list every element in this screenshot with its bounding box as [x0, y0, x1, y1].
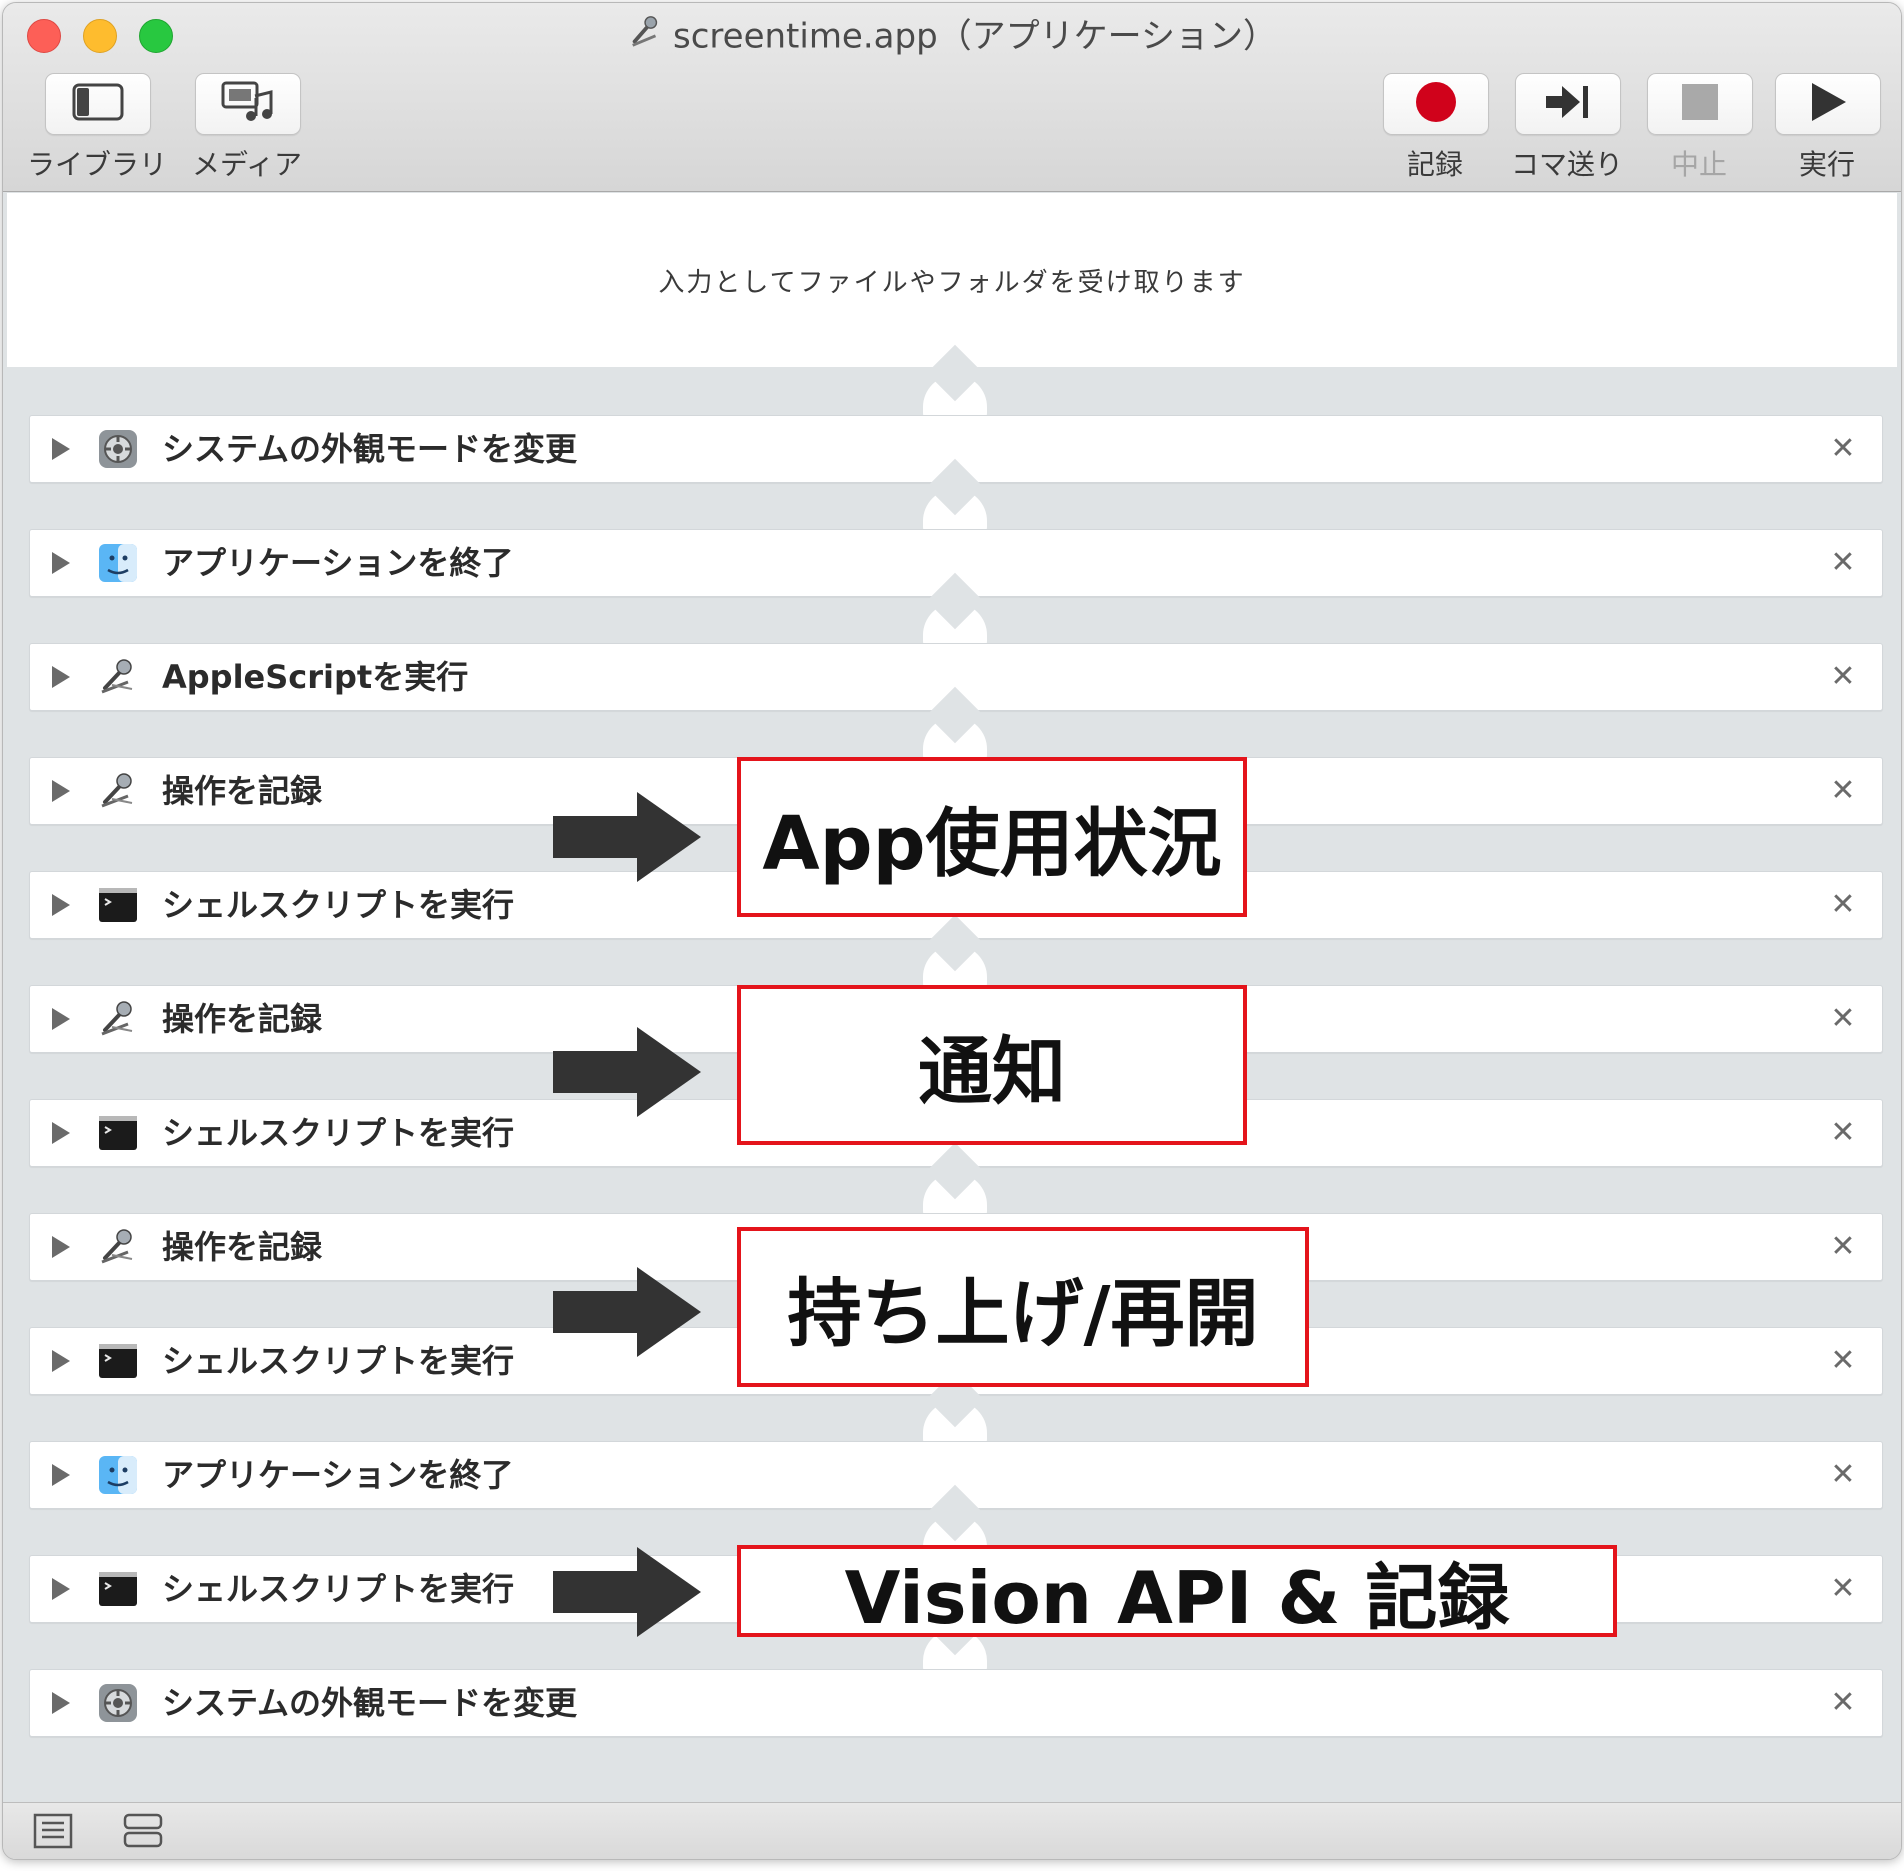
remove-action-icon[interactable]: ✕	[1826, 1230, 1860, 1264]
stop-icon	[1680, 82, 1720, 126]
disclosure-triangle-icon[interactable]	[52, 1236, 70, 1258]
disclosure-triangle-icon[interactable]	[52, 1350, 70, 1372]
disclosure-triangle-icon[interactable]	[52, 1122, 70, 1144]
stop-label: 中止	[1670, 148, 1727, 181]
action-title: システムの外観モードを変更	[162, 430, 578, 468]
system-preferences-icon	[98, 429, 138, 469]
automator-robot-icon	[98, 999, 138, 1039]
workflow-actions: システムの外観モードを変更 ✕ アプリケーションを終了 ✕ AppleScriptを実行…	[3, 344, 1901, 1807]
disclosure-triangle-icon[interactable]	[52, 1008, 70, 1030]
disclosure-triangle-icon[interactable]	[52, 780, 70, 802]
finder-icon	[98, 1455, 138, 1495]
disclosure-triangle-icon[interactable]	[52, 1578, 70, 1600]
action-title: シェルスクリプトを実行	[162, 1570, 515, 1608]
record-label: 記録	[1406, 148, 1463, 181]
input-description: 入力としてファイルやフォルダを受け取ります	[658, 267, 1246, 298]
media-label: メディア	[191, 148, 303, 181]
terminal-icon	[98, 1569, 138, 1609]
remove-action-icon[interactable]: ✕	[1826, 888, 1860, 922]
disclosure-triangle-icon[interactable]	[52, 1464, 70, 1486]
disclosure-triangle-icon[interactable]	[52, 552, 70, 574]
remove-action-icon[interactable]: ✕	[1826, 1116, 1860, 1150]
action-row[interactable]: システムの外観モードを変更 ✕	[29, 1669, 1883, 1737]
step-icon	[1544, 82, 1592, 126]
action-title: 操作を記録	[162, 772, 323, 810]
automator-robot-icon	[98, 771, 138, 811]
action-title: アプリケーションを終了	[162, 544, 514, 582]
terminal-icon	[98, 1341, 138, 1381]
action-title: 操作を記録	[162, 1228, 323, 1266]
toolbar: screentime.app（アプリケーション） ライブラリ メディア 記録 コ…	[3, 3, 1901, 192]
finder-icon	[98, 543, 138, 583]
workflow-input-area: 入力としてファイルやフォルダを受け取ります	[7, 193, 1897, 367]
remove-action-icon[interactable]: ✕	[1826, 432, 1860, 466]
annotation-callout: 持ち上げ/再開	[737, 1227, 1309, 1387]
annotation-arrow-icon	[553, 1547, 703, 1637]
remove-action-icon[interactable]: ✕	[1826, 546, 1860, 580]
action-title: シェルスクリプトを実行	[162, 1114, 515, 1152]
terminal-icon	[98, 1113, 138, 1153]
annotation-arrow-icon	[553, 1267, 703, 1357]
annotation-callout: 通知	[737, 985, 1247, 1145]
annotation-arrow-icon	[553, 1027, 703, 1117]
disclosure-triangle-icon[interactable]	[52, 1692, 70, 1714]
step-button[interactable]	[1515, 73, 1621, 135]
terminal-icon	[98, 885, 138, 925]
automator-robot-icon	[98, 1227, 138, 1267]
remove-action-icon[interactable]: ✕	[1826, 660, 1860, 694]
action-title: システムの外観モードを変更	[162, 1684, 578, 1722]
remove-action-icon[interactable]: ✕	[1826, 1002, 1860, 1036]
run-button[interactable]	[1775, 73, 1881, 135]
log-list-icon[interactable]	[33, 1813, 73, 1849]
step-label: コマ送り	[1510, 148, 1623, 181]
system-preferences-icon	[98, 1683, 138, 1723]
annotation-arrow-icon	[553, 792, 703, 882]
annotation-callout: Vision API & 記録	[737, 1545, 1617, 1640]
bottom-bar	[3, 1802, 1901, 1859]
remove-action-icon[interactable]: ✕	[1826, 1572, 1860, 1606]
remove-action-icon[interactable]: ✕	[1826, 1344, 1860, 1378]
media-icon	[221, 80, 275, 128]
record-button[interactable]	[1383, 73, 1489, 135]
action-title: アプリケーションを終了	[162, 1456, 514, 1494]
disclosure-triangle-icon[interactable]	[52, 894, 70, 916]
play-icon	[1808, 81, 1848, 127]
media-button[interactable]	[195, 73, 301, 135]
annotation-callout: App使用状況	[737, 757, 1247, 917]
library-label: ライブラリ	[27, 148, 168, 181]
automator-robot-icon	[627, 13, 665, 63]
disclosure-triangle-icon[interactable]	[52, 438, 70, 460]
window-title: screentime.app（アプリケーション）	[3, 13, 1901, 63]
remove-action-icon[interactable]: ✕	[1826, 1458, 1860, 1492]
record-icon	[1414, 80, 1458, 128]
window-title-text: screentime.app（アプリケーション）	[673, 16, 1277, 57]
action-title: 操作を記録	[162, 1000, 323, 1038]
automator-robot-icon	[98, 657, 138, 697]
library-button[interactable]	[45, 73, 151, 135]
automator-window: screentime.app（アプリケーション） ライブラリ メディア 記録 コ…	[2, 2, 1902, 1860]
run-label: 実行	[1798, 148, 1855, 181]
action-title: シェルスクリプトを実行	[162, 886, 515, 924]
disclosure-triangle-icon[interactable]	[52, 666, 70, 688]
action-title: シェルスクリプトを実行	[162, 1342, 515, 1380]
remove-action-icon[interactable]: ✕	[1826, 1686, 1860, 1720]
stop-button[interactable]	[1647, 73, 1753, 135]
remove-action-icon[interactable]: ✕	[1826, 774, 1860, 808]
action-title: AppleScriptを実行	[162, 658, 469, 696]
sidebar-icon	[72, 83, 124, 125]
variables-icon[interactable]	[123, 1813, 163, 1849]
